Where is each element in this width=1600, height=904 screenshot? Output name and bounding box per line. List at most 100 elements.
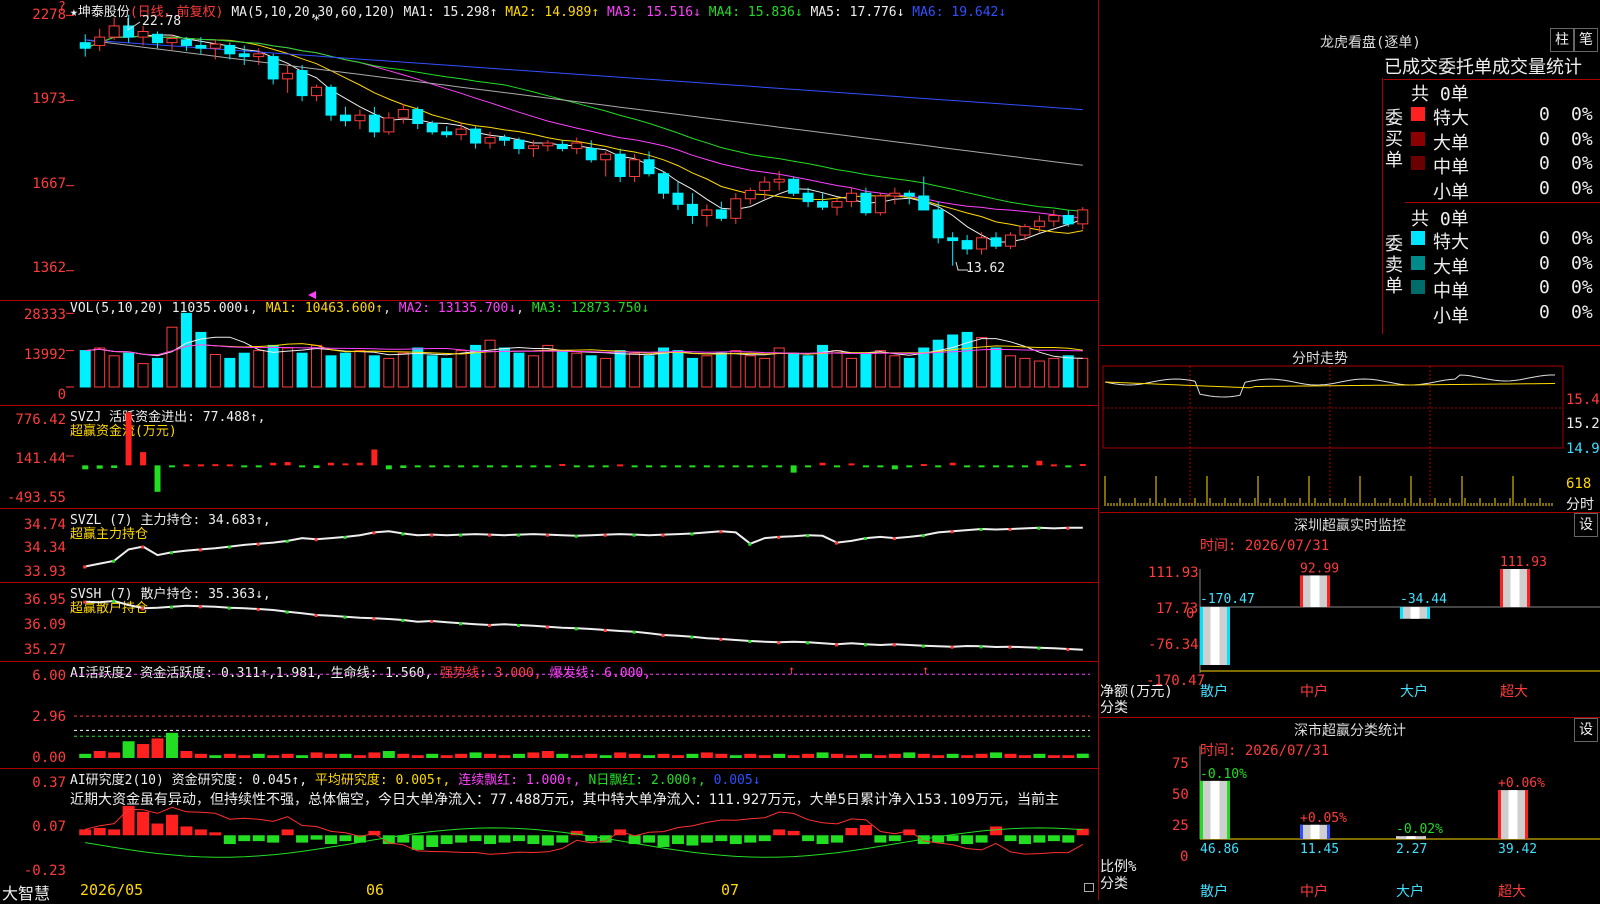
price-pane[interactable]: ? ★坤泰股份(日线，前复权) MA(5,10,20,30,60,120) MA… <box>0 0 1098 301</box>
flow-bar <box>790 465 797 473</box>
volume-bar <box>498 347 510 388</box>
net-bar-edge <box>1500 569 1503 608</box>
candle-body <box>441 131 453 136</box>
flow-bar <box>718 465 725 468</box>
tick-mode-button[interactable]: 笔 <box>1574 28 1598 52</box>
holding-marker <box>1066 648 1070 651</box>
ma4-line <box>85 35 1083 212</box>
svzj-chart[interactable] <box>0 406 1098 508</box>
flow-bar <box>1007 465 1014 468</box>
holding-marker <box>459 622 463 626</box>
activity-bar <box>657 753 670 758</box>
category-label: 散户 <box>1200 683 1228 700</box>
ai-activity-pane[interactable]: AI活跃度2 资金活跃度: 0.311↑,1.981, 生命线: 1.560, … <box>0 662 1098 769</box>
flow-bar <box>747 465 754 468</box>
candle-body <box>1033 220 1045 228</box>
candle-body <box>484 136 496 144</box>
flow-bar <box>805 465 812 468</box>
volume-bar <box>527 355 539 388</box>
activity-bar <box>888 753 901 758</box>
holding-marker <box>835 643 838 647</box>
research-bar <box>643 835 656 843</box>
volume-chart[interactable] <box>0 301 1098 405</box>
research-bar <box>1062 835 1075 843</box>
candle-body <box>990 237 1002 247</box>
svzl-chart[interactable] <box>0 509 1098 582</box>
order-size-label: 中单 <box>1433 157 1469 178</box>
holding-marker <box>372 531 376 535</box>
holding-marker <box>950 530 954 534</box>
longhu-panel[interactable]: 龙虎看盘(逐单) 柱 笔 已成交委托单成交量统计 委买单 共 0单 特大 0 0% 大… <box>1100 0 1600 346</box>
ai-activity-chart[interactable]: ↑ ↑ <box>0 662 1098 768</box>
research-bar <box>874 835 887 843</box>
volume-pane[interactable]: VOL(5,10,20) 11035.000↓, MA1: 10463.600↑… <box>0 301 1098 406</box>
holding-marker <box>979 527 983 531</box>
holding-marker <box>661 634 665 637</box>
activity-bar <box>961 755 974 758</box>
activity-bar <box>831 753 843 758</box>
order-count: 0 <box>1539 301 1550 323</box>
activity-bar <box>990 752 1003 758</box>
candle-body <box>889 192 901 197</box>
sz-classify-panel[interactable]: 深市超赢分类统计 设 时间: 2026/07/31 75 50 25 0 比例%… <box>1100 718 1600 900</box>
holding-marker <box>83 565 87 569</box>
activity-bar <box>339 753 352 758</box>
research-bar <box>744 835 757 843</box>
sz-classify-chart[interactable]: -0.10% 46.86 散户 +0.05% 11.45 中户 -0.02% 2.27 大户 +0… <box>1100 718 1600 900</box>
ai-research-pane[interactable]: AI研究度2(10) 资金研究度: 0.045↑, 平均研究度: 0.005↑,… <box>0 769 1098 879</box>
order-percent: 0% <box>1571 277 1593 298</box>
order-size-label: 特大 <box>1433 232 1469 253</box>
cursor-marker <box>308 291 316 299</box>
activity-bar <box>238 755 251 758</box>
research-bar <box>440 835 453 845</box>
net-bar-edge <box>1227 607 1230 665</box>
order-count: 0 <box>1539 128 1550 150</box>
research-bar <box>252 835 265 842</box>
candle-body <box>773 178 785 183</box>
bar-mode-button[interactable]: 柱 <box>1550 28 1574 52</box>
flow-bar <box>732 465 739 468</box>
flow-bar <box>891 465 898 470</box>
research-bar <box>657 835 670 847</box>
activity-bar <box>802 753 815 758</box>
ai-research-chart[interactable] <box>0 769 1098 879</box>
research-bar <box>700 835 713 843</box>
svzj-pane[interactable]: SVZJ 活跃资金进出: 77.488↑, 超赢资金流(万元) 776.42 1… <box>0 406 1098 509</box>
longhu-tabs[interactable]: 已成交委托单成交量统计 <box>1384 53 1600 80</box>
volume-bar <box>1019 357 1031 388</box>
intraday-chart[interactable] <box>1100 346 1600 512</box>
net-value-label: 92.99 <box>1300 561 1339 576</box>
net-bar-edge <box>1327 575 1330 608</box>
brand-logo: 大智慧 <box>2 884 51 903</box>
intraday-frame <box>1102 365 1564 449</box>
research-bar <box>773 829 786 836</box>
holding-marker <box>603 533 607 537</box>
up-arrow-marker: ↑ <box>922 663 929 677</box>
research-bar <box>151 823 164 836</box>
volume-bar <box>976 337 988 388</box>
holding-marker <box>1037 526 1041 530</box>
activity-bar <box>93 751 106 758</box>
volume-bar <box>990 347 1002 388</box>
svsh-pane[interactable]: SVSH (7) 散户持仓: 35.363↓, 超赢散户持仓 36.95 36.… <box>0 583 1098 662</box>
sz-monitor-chart[interactable]: -170.47 散户 92.99 中户 -34.44 大户 111.93 超大 <box>1100 513 1600 717</box>
net-bar-edge <box>1427 607 1430 619</box>
research-bar <box>469 835 482 842</box>
sz-monitor-panel[interactable]: 深圳超赢实时监控 设 时间: 2026/07/31 111.93 17.73 0… <box>1100 513 1600 718</box>
holding-marker <box>256 608 260 611</box>
volume-bar <box>166 326 178 388</box>
order-size-label: 大单 <box>1433 256 1469 278</box>
volume-bar <box>209 354 221 388</box>
holding-marker <box>430 533 434 537</box>
legend-swatch <box>1411 304 1425 319</box>
svzl-pane[interactable]: SVZL (7) 主力持仓: 34.683↑, 超赢主力持仓 34.74 34.… <box>0 509 1098 583</box>
holding-marker <box>632 630 636 634</box>
lock-icon[interactable] <box>1084 883 1094 892</box>
intraday-panel[interactable]: 分时走势 15.48 15.20 14.92 618 分时 <box>1100 346 1600 513</box>
candle-body <box>311 86 323 97</box>
ratio-bar-edge <box>1300 824 1303 839</box>
candlestick-chart[interactable]: * <box>0 0 1098 300</box>
holding-marker <box>574 627 578 631</box>
svsh-chart[interactable] <box>0 583 1098 661</box>
flow-bar <box>819 462 826 466</box>
